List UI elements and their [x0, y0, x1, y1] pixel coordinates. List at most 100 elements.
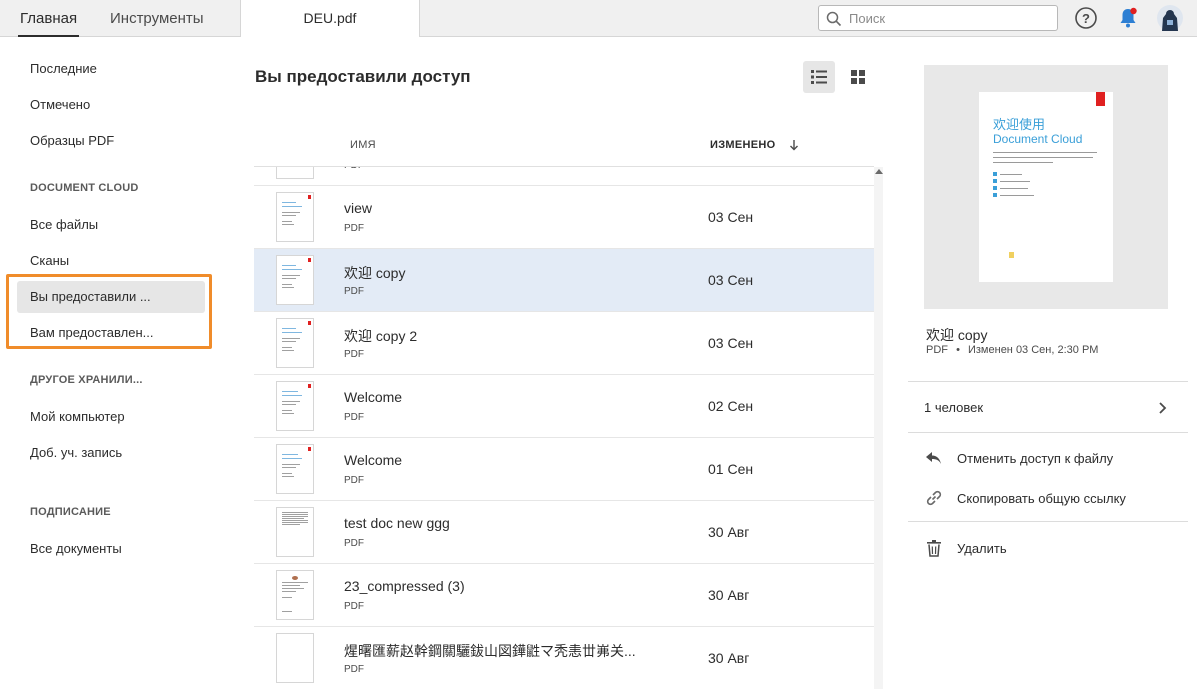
file-thumbnail — [276, 192, 314, 242]
avatar[interactable] — [1157, 5, 1183, 31]
adobe-logo-icon — [1096, 92, 1105, 106]
file-row[interactable]: Welcome PDF 01 Сен — [254, 438, 874, 501]
scroll-up-arrow-icon[interactable] — [875, 169, 883, 174]
file-thumbnail — [276, 444, 314, 494]
page-title: Вы предоставили доступ — [255, 67, 471, 86]
search-input[interactable] — [849, 9, 1049, 27]
file-name: 欢迎 copy — [344, 265, 406, 281]
unshare-file-label: Отменить доступ к файлу — [957, 451, 1114, 466]
top-bar: Главная Инструменты DEU.pdf ? — [0, 0, 1197, 37]
file-row[interactable]: 23_compressed (3) PDF 30 Авг — [254, 564, 874, 627]
copy-share-link-label: Скопировать общую ссылку — [957, 491, 1126, 506]
divider — [908, 432, 1188, 433]
file-modified-date: 30 Авг — [708, 650, 750, 666]
file-type: PDF — [344, 349, 364, 360]
file-thumbnail — [276, 507, 314, 557]
delete-button[interactable]: Удалить — [924, 538, 1184, 560]
file-row[interactable]: Welcome PDF 02 Сен — [254, 375, 874, 438]
meta-separator: • — [956, 344, 960, 356]
file-type: PDF — [344, 601, 364, 612]
undo-arrow-icon — [926, 452, 941, 464]
file-name: 23_compressed (3) — [344, 578, 465, 594]
file-modified-date: 30 Авг — [708, 524, 750, 540]
file-modified-date: 03 Сен — [708, 272, 754, 288]
document-tab[interactable]: DEU.pdf — [240, 0, 420, 37]
sidebar-item-scans[interactable]: Сканы — [17, 245, 205, 277]
file-modified-date: 03 Сен — [708, 209, 754, 225]
selected-file-type: PDF — [926, 344, 948, 356]
sidebar-item-all-files[interactable]: Все файлы — [17, 209, 205, 241]
file-modified-date: 30 Авг — [708, 587, 750, 603]
trash-icon — [927, 540, 941, 557]
sidebar-item-all-documents[interactable]: Все документы — [17, 533, 205, 565]
preview-title: 欢迎使用 — [993, 117, 1046, 132]
sidebar-item-shared-by-you[interactable]: Вы предоставили ... — [17, 281, 205, 313]
sidebar-section-other-storage: ДРУГОЕ ХРАНИЛИ... — [30, 374, 143, 386]
file-type: PDF — [344, 167, 364, 171]
file-name: view — [344, 200, 373, 216]
file-row[interactable]: 欢迎 copy 2 PDF 03 Сен — [254, 312, 874, 375]
grid-view-icon — [851, 70, 865, 84]
file-thumbnail — [276, 633, 314, 683]
file-type: PDF — [344, 286, 364, 297]
unshare-file-button[interactable]: Отменить доступ к файлу — [924, 448, 1184, 470]
shared-people-count: 1 человек — [924, 400, 984, 415]
copy-share-link-button[interactable]: Скопировать общую ссылку — [924, 488, 1184, 510]
preview-page: 欢迎使用 Document Cloud — [979, 92, 1113, 282]
link-icon — [926, 490, 942, 506]
list-scrollbar[interactable] — [874, 167, 883, 689]
file-name: test doc new ggg — [344, 515, 450, 531]
file-modified-date: 03 Сен — [708, 335, 754, 351]
sidebar-item-my-computer[interactable]: Мой компьютер — [17, 401, 205, 433]
shared-people-row[interactable]: 1 человек — [908, 392, 1188, 424]
file-row[interactable]: 煋曙匯薪赵幹鋼關驪鈸⼭図鏵鼪マ秃恚丗岪关... PDF 30 Авг — [254, 627, 874, 689]
file-name: 欢迎 copy 2 — [344, 328, 418, 344]
svg-text:?: ? — [1082, 11, 1090, 26]
file-row-partial[interactable]: PDF — [254, 167, 874, 186]
search-box[interactable] — [818, 5, 1058, 31]
sidebar-section-signing: ПОДПИСАНИЕ — [30, 506, 111, 518]
file-type: PDF — [344, 664, 364, 675]
delete-label: Удалить — [957, 541, 1007, 556]
file-preview: 欢迎使用 Document Cloud — [924, 65, 1168, 309]
sidebar: Последние Отмечено Образцы PDF DOCUMENT … — [0, 38, 222, 689]
selected-file-modified: Изменен 03 Сен, 2:30 PM — [967, 344, 1099, 356]
file-type: PDF — [344, 475, 364, 486]
file-row[interactable]: view PDF 03 Сен — [254, 186, 874, 249]
file-thumbnail — [276, 570, 314, 620]
sidebar-item-shared-with-you[interactable]: Вам предоставлен... — [17, 317, 205, 349]
file-row-selected[interactable]: 欢迎 copy PDF 03 Сен — [254, 249, 874, 312]
selected-file-name: 欢迎 copy — [926, 327, 988, 343]
sidebar-item-recent[interactable]: Последние — [17, 53, 205, 85]
file-name: Welcome — [344, 452, 403, 468]
notification-bell-icon[interactable] — [1116, 6, 1140, 30]
list-view-button[interactable] — [803, 61, 835, 93]
sort-descending-icon[interactable] — [789, 139, 799, 151]
file-thumbnail — [276, 167, 314, 179]
preview-subtitle: Document Cloud — [993, 132, 1083, 146]
file-modified-date: 02 Сен — [708, 398, 754, 414]
file-name: Welcome — [344, 389, 403, 405]
column-header-name[interactable]: ИМЯ — [350, 139, 376, 151]
file-type: PDF — [344, 223, 364, 234]
file-type: PDF — [344, 538, 364, 549]
column-header-modified[interactable]: ИЗМЕНЕНО — [710, 139, 775, 151]
grid-view-button[interactable] — [842, 61, 874, 93]
sidebar-item-starred[interactable]: Отмечено — [17, 89, 205, 121]
file-row[interactable]: test doc new ggg PDF 30 Авг — [254, 501, 874, 564]
sidebar-item-add-account[interactable]: Доб. уч. запись — [17, 437, 205, 469]
list-view-icon — [811, 70, 827, 84]
selected-file-meta: PDF • Изменен 03 Сен, 2:30 PM — [926, 344, 1098, 356]
file-thumbnail — [276, 255, 314, 305]
file-list: PDF view PDF 03 Сен 欢迎 copy PDF 03 Сен 欢… — [254, 167, 874, 689]
file-type: PDF — [344, 412, 364, 423]
sidebar-item-sample-pdfs[interactable]: Образцы PDF — [17, 125, 205, 157]
sidebar-section-document-cloud: DOCUMENT CLOUD — [30, 182, 139, 194]
file-thumbnail — [276, 381, 314, 431]
nav-tab-home[interactable]: Главная — [17, 0, 80, 37]
nav-tab-tools[interactable]: Инструменты — [110, 0, 204, 37]
divider — [908, 381, 1188, 382]
help-icon[interactable]: ? — [1074, 6, 1098, 30]
chevron-right-icon — [1159, 402, 1167, 414]
file-name: 煋曙匯薪赵幹鋼關驪鈸⼭図鏵鼪マ秃恚丗岪关... — [344, 643, 636, 659]
